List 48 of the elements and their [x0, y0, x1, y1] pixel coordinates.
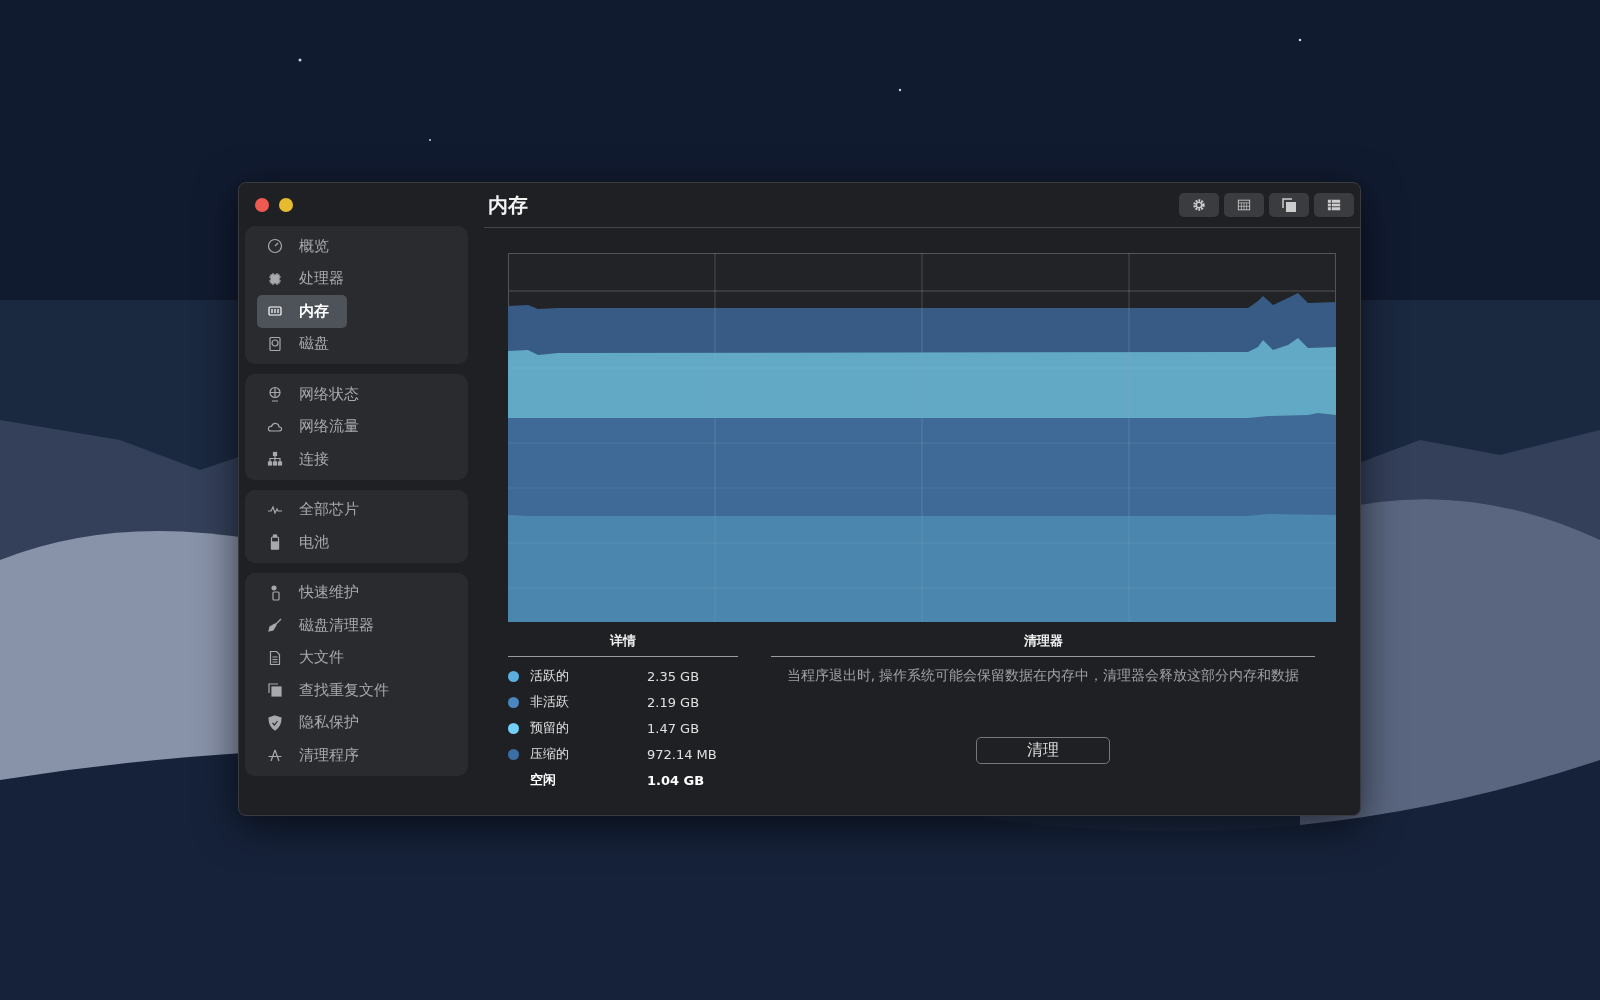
sidebar-item[interactable]: 处理器 [257, 262, 354, 295]
grid-icon [1236, 198, 1252, 212]
sidebar-item[interactable]: 电池 [257, 526, 347, 559]
memory-label: 非活跃 [530, 693, 570, 711]
sidebar-item[interactable]: 全部芯片 [257, 493, 369, 526]
close-button[interactable] [255, 198, 269, 212]
gauge-icon [267, 238, 283, 255]
clean-button[interactable]: 清理 [976, 737, 1110, 764]
sidebar-item[interactable]: 连接 [257, 443, 347, 476]
globe-icon [267, 386, 283, 403]
settings-button[interactable] [1179, 193, 1219, 217]
document-icon [267, 649, 283, 666]
sidebar-item[interactable]: 磁盘清理器 [257, 609, 384, 642]
memory-value: 2.35 GB [647, 668, 700, 684]
memory-label: 压缩的 [530, 745, 570, 763]
sidebar-item[interactable]: 网络流量 [257, 410, 369, 443]
copy-icon [1281, 197, 1297, 213]
memory-label: 活跃的 [530, 667, 570, 685]
copy-icon [267, 682, 283, 699]
shield-icon [267, 714, 283, 731]
memory-value: 2.19 GB [647, 694, 700, 710]
sidebar-item[interactable]: 查找重复文件 [257, 674, 399, 707]
memory-label: 预留的 [530, 719, 570, 737]
sidebar-item[interactable]: 大文件 [257, 641, 354, 674]
details-heading: 详情 [508, 632, 738, 657]
gear-icon [1192, 198, 1206, 212]
sidebar-item[interactable]: 概览 [257, 230, 347, 263]
chip-icon [267, 270, 283, 287]
sidebar-item[interactable]: 清理程序 [257, 739, 369, 772]
copy-button[interactable] [1269, 193, 1309, 217]
window-title: 内存 [487, 191, 528, 219]
sidebar-item[interactable]: 磁盘 [257, 327, 347, 360]
minimize-button[interactable] [279, 198, 293, 212]
cleaner-heading: 清理器 [771, 632, 1315, 657]
memory-value: 1.47 GB [647, 720, 700, 736]
cleaner-description: 当程序退出时, 操作系统可能会保留数据在内存中，清理器会释放这部分内存和数据 [786, 667, 1300, 685]
list-icon [1326, 198, 1342, 212]
sidebar-item[interactable]: 快速维护 [257, 576, 369, 609]
memory-label: 空闲 [530, 771, 557, 789]
list-view-button[interactable] [1314, 193, 1354, 217]
sidebar-item[interactable]: 内存 [257, 295, 347, 328]
memory-value: 1.04 GB [647, 772, 705, 788]
memory-value: 972.14 MB [647, 746, 717, 762]
broom-icon [267, 617, 283, 634]
sidebar-item[interactable]: 网络状态 [257, 378, 369, 411]
network-icon [267, 451, 283, 468]
calendar-button[interactable] [1224, 193, 1264, 217]
sidebar-item[interactable]: 隐私保护 [257, 706, 369, 739]
